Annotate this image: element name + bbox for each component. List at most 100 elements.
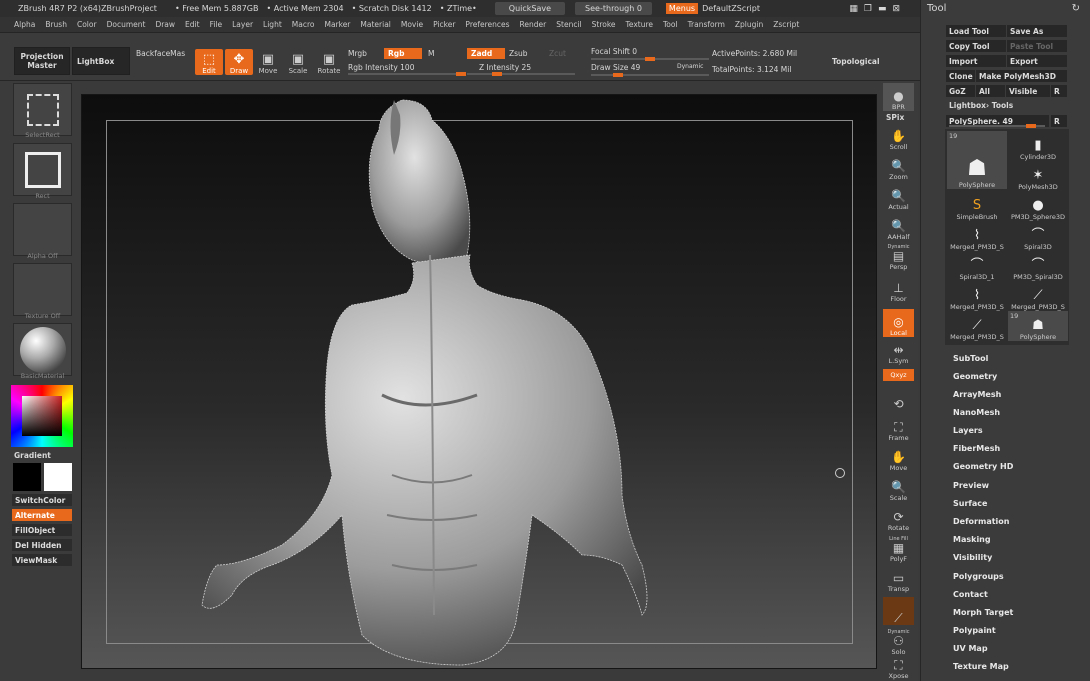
menu-edit[interactable]: Edit [185, 20, 200, 29]
paste-tool-button[interactable]: Paste Tool [1007, 40, 1067, 52]
layout-icon[interactable]: ▦ [849, 4, 858, 14]
save-as-button[interactable]: Save As [1007, 25, 1067, 37]
viewmask-button[interactable]: ViewMask [12, 554, 72, 566]
menu-render[interactable]: Render [520, 20, 547, 29]
make-polymesh-button[interactable]: Make PolyMesh3D [976, 70, 1067, 82]
tool-thumb-pm3d-sphere3d[interactable]: ● PM3D_Sphere3D [1008, 191, 1068, 222]
zadd-button[interactable]: Zadd [467, 48, 505, 59]
focal-shift-slider[interactable] [591, 57, 709, 61]
restore-icon[interactable]: ❐ [864, 4, 872, 14]
floor-button[interactable]: ⊥ Floor [883, 275, 914, 304]
menu-texture[interactable]: Texture [626, 20, 653, 29]
draw-mode-button[interactable]: ✥ Draw [225, 49, 253, 75]
tool-thumb-merged-4[interactable]: ⟋ Merged_PM3D_S [947, 311, 1007, 342]
zcut-button[interactable]: Zcut [549, 49, 566, 58]
tool-thumb-polymesh3d[interactable]: ✶ PolyMesh3D [1008, 161, 1068, 192]
menu-uv-map[interactable]: UV Map [953, 644, 988, 653]
menu-light[interactable]: Light [263, 20, 282, 29]
scroll-button[interactable]: ✋ Scroll [883, 123, 914, 152]
rgb-intensity-slider[interactable] [348, 72, 466, 76]
material-button[interactable] [13, 323, 72, 376]
rotate-axis-button[interactable]: ⟲ [883, 383, 914, 411]
menu-movie[interactable]: Movie [401, 20, 423, 29]
menu-contact[interactable]: Contact [953, 590, 988, 599]
secondary-color-swatch[interactable] [44, 463, 72, 491]
rect-button[interactable] [13, 143, 72, 196]
menu-layers[interactable]: Layers [953, 426, 983, 435]
lsym-button[interactable]: ⇹ L.Sym [883, 341, 914, 366]
menu-marker[interactable]: Marker [324, 20, 350, 29]
menu-nanomesh[interactable]: NanoMesh [953, 408, 1000, 417]
tool-r-button[interactable]: R [1051, 115, 1067, 127]
zoom-button[interactable]: 🔍 Zoom [883, 153, 914, 182]
see-through-slider[interactable]: See-through 0 [575, 2, 652, 15]
switchcolor-button[interactable]: SwitchColor [12, 494, 72, 506]
color-picker[interactable] [11, 385, 73, 447]
z-intensity-slider[interactable] [467, 72, 575, 76]
menu-subtool[interactable]: SubTool [953, 354, 988, 363]
xpose-button[interactable]: ⛶ Xpose [883, 658, 914, 681]
tool-thumb-pm3d-spiral3d[interactable]: ⌒ PM3D_Spiral3D [1008, 251, 1068, 282]
tool-thumb-polysphere-2[interactable]: 19 ☗ PolySphere [1008, 311, 1068, 341]
rgb-button[interactable]: Rgb [384, 48, 422, 59]
dynamic-toggle[interactable]: Dynamic [677, 63, 703, 70]
tool-thumb-merged-1[interactable]: ⌇ Merged_PM3D_S [947, 221, 1007, 252]
tool-thumb-merged-2[interactable]: ⌇ Merged_PM3D_S [947, 281, 1007, 312]
local-button[interactable]: ◎ Local [883, 309, 914, 337]
load-tool-button[interactable]: Load Tool [946, 25, 1006, 37]
menu-arraymesh[interactable]: ArrayMesh [953, 390, 1001, 399]
projection-master-button[interactable]: Projection Master [14, 47, 70, 75]
backface-mask-button[interactable]: BackfaceMas [136, 49, 185, 58]
canvas-viewport[interactable] [81, 94, 877, 669]
goz-button[interactable]: GoZ [946, 85, 975, 97]
rotate-view-button[interactable]: ⟳ Rotate [883, 504, 914, 533]
visible-button[interactable]: Visible [1006, 85, 1050, 97]
frame-button[interactable]: ⛶ Frame [883, 414, 914, 443]
primary-color-swatch[interactable] [13, 463, 41, 491]
tool-thumb-cylinder3d[interactable]: ▮ Cylinder3D [1008, 131, 1068, 162]
persp-button[interactable]: Dynamic ▤ Persp [883, 243, 914, 271]
solo-button[interactable]: Dynamic ⚇ Solo [883, 626, 914, 656]
export-button[interactable]: Export [1007, 55, 1067, 67]
del-hidden-button[interactable]: Del Hidden [12, 539, 72, 551]
tool-thumb-spiral3d-1[interactable]: ⌒ Spiral3D_1 [947, 251, 1007, 282]
menus-button[interactable]: Menus [665, 3, 699, 14]
menu-texture-map[interactable]: Texture Map [953, 662, 1009, 671]
menu-layer[interactable]: Layer [232, 20, 253, 29]
menu-stencil[interactable]: Stencil [556, 20, 581, 29]
menu-polypaint[interactable]: Polypaint [953, 626, 996, 635]
move-view-button[interactable]: ✋ Move [883, 444, 914, 473]
menu-alpha[interactable]: Alpha [14, 20, 35, 29]
select-rect-button[interactable] [13, 83, 72, 136]
actual-button[interactable]: 🔍 Actual [883, 183, 914, 212]
all-button[interactable]: All [976, 85, 1005, 97]
menu-color[interactable]: Color [77, 20, 97, 29]
menu-zscript[interactable]: Zscript [773, 20, 799, 29]
menu-file[interactable]: File [210, 20, 223, 29]
menu-zplugin[interactable]: Zplugin [735, 20, 763, 29]
copy-tool-button[interactable]: Copy Tool [946, 40, 1006, 52]
lightbox-button[interactable]: LightBox [72, 47, 130, 75]
menu-masking[interactable]: Masking [953, 535, 991, 544]
draw-size-slider[interactable] [591, 73, 709, 77]
menu-brush[interactable]: Brush [45, 20, 67, 29]
scale-mode-button[interactable]: ▣ Scale [284, 49, 312, 76]
ghost-button[interactable]: ⟋ [883, 597, 914, 625]
fillobject-button[interactable]: FillObject [12, 524, 72, 536]
minimize-icon[interactable]: ▬ [878, 4, 887, 14]
import-button[interactable]: Import [946, 55, 1006, 67]
bpr-button[interactable]: ● BPR [883, 83, 914, 111]
move-mode-button[interactable]: ▣ Move [254, 49, 282, 76]
menu-preview[interactable]: Preview [953, 481, 989, 490]
menu-document[interactable]: Document [107, 20, 146, 29]
menu-surface[interactable]: Surface [953, 499, 987, 508]
m-button[interactable]: M [428, 49, 434, 58]
alpha-button[interactable] [13, 203, 72, 256]
edit-mode-button[interactable]: ⬚ Edit [195, 49, 223, 75]
transp-button[interactable]: ▭ Transp [883, 565, 914, 594]
menu-fibermesh[interactable]: FiberMesh [953, 444, 1000, 453]
scale-view-button[interactable]: 🔍 Scale [883, 474, 914, 503]
menu-morph-target[interactable]: Morph Target [953, 608, 1013, 617]
r-button[interactable]: R [1051, 85, 1067, 97]
menu-geometry-hd[interactable]: Geometry HD [953, 462, 1013, 471]
